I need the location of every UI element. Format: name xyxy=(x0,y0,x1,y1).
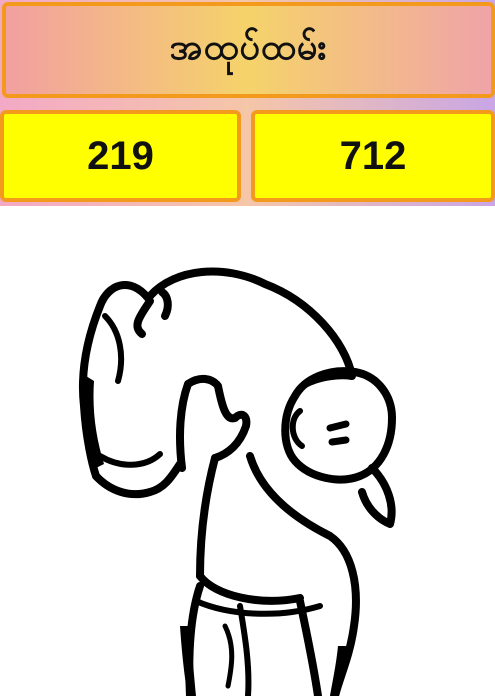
title-banner: အထုပ်ထမ်း xyxy=(2,2,495,98)
number-right: 712 xyxy=(339,133,407,178)
porter-carrying-sack-drawing xyxy=(78,267,396,696)
number-left: 219 xyxy=(87,133,154,178)
page-title: အထုပ်ထမ်း xyxy=(169,27,328,68)
number-box-right: 712 xyxy=(251,110,495,202)
number-box-left: 219 xyxy=(0,110,241,202)
